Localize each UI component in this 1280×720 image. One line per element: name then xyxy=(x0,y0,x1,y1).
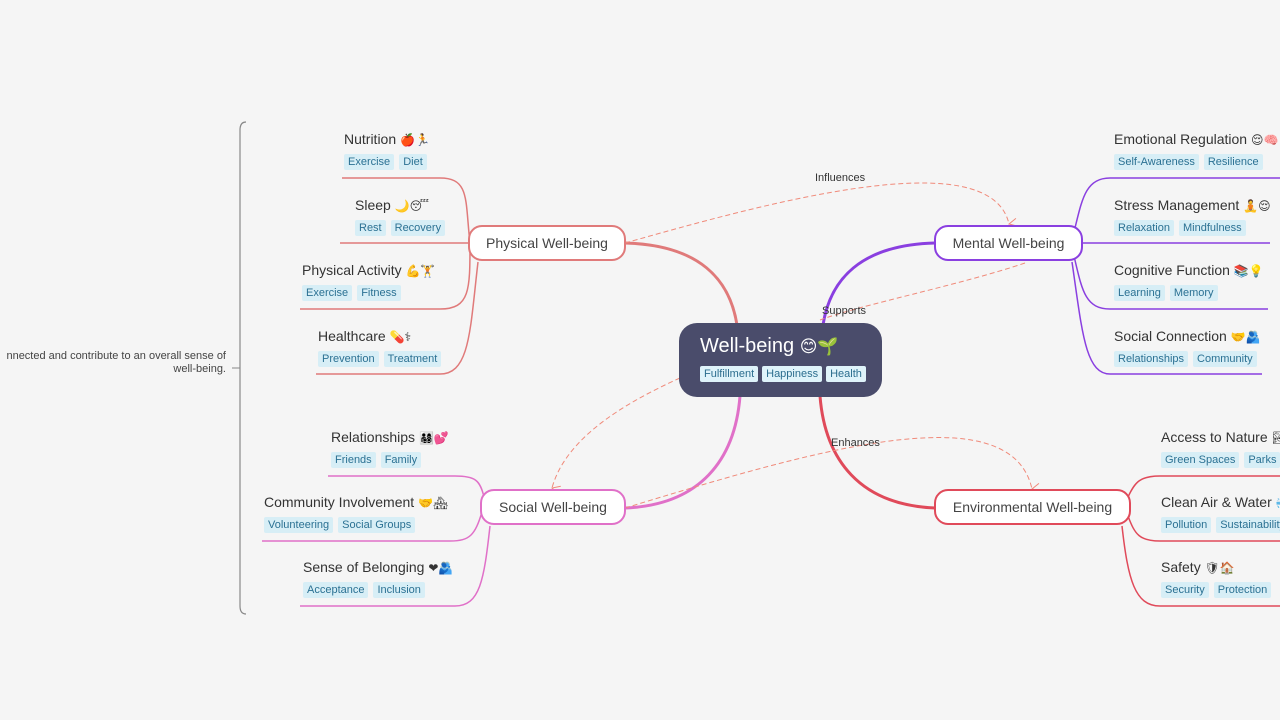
topic-access-to-nature[interactable]: Access to Nature 🏞 Green Spaces Parks xyxy=(1161,428,1280,468)
topic-label: Relationships xyxy=(331,429,416,445)
meditation-relieved-icon: 🧘😌 xyxy=(1243,199,1271,213)
tag: Self-Awareness xyxy=(1114,154,1199,170)
topic-nutrition[interactable]: Nutrition 🍎🏃 Exercise Diet xyxy=(344,130,430,170)
smile-seedling-icon: 😊🌱 xyxy=(799,337,839,356)
topic-label: Clean Air & Water xyxy=(1161,494,1272,510)
relieved-brain-icon: 😌🧠 xyxy=(1250,133,1279,147)
summary-note-line1: nnected and contribute to an overall sen… xyxy=(6,350,226,362)
topic-cognitive-function[interactable]: Cognitive Function 📚💡 Learning Memory xyxy=(1114,261,1264,301)
topic-healthcare[interactable]: Healthcare 💊⚕ Prevention Treatment xyxy=(318,327,442,367)
topic-clean-air-water[interactable]: Clean Air & Water 💨 PollutionSustainabil… xyxy=(1161,493,1280,533)
topic-stress-management[interactable]: Stress Management 🧘😌 Relaxation Mindfulne… xyxy=(1114,196,1271,236)
tag: Community xyxy=(1193,351,1257,367)
family-hearts-icon: 👨‍👩‍👧‍👦💕 xyxy=(418,431,449,445)
topic-social-connection[interactable]: Social Connection 🤝🫂 Relationships Commun… xyxy=(1114,327,1261,367)
summary-note: nnected and contribute to an overall sen… xyxy=(6,350,226,376)
topic-label: Cognitive Function xyxy=(1114,262,1230,278)
tag: Mindfulness xyxy=(1178,220,1246,236)
central-title-text: Well-being xyxy=(700,335,795,357)
tag: Pollution xyxy=(1161,517,1212,533)
topic-label: Community Involvement xyxy=(264,494,415,510)
tag: Acceptance xyxy=(303,582,369,598)
link-central-social xyxy=(624,395,742,510)
central-topic-title: Well-being 😊🌱 xyxy=(700,333,882,360)
link-central-environmental xyxy=(818,395,936,510)
tag: Happiness xyxy=(762,366,823,382)
shield-house-icon: 🛡🏠 xyxy=(1204,561,1235,575)
park-icon: 🏞 xyxy=(1271,431,1280,445)
moon-sleeping-icon: 🌙😴 xyxy=(394,199,429,213)
handshake-houses-icon: 🤝🏘 xyxy=(418,496,449,510)
topic-label: Sleep xyxy=(355,197,391,213)
tag: Recovery xyxy=(390,220,446,236)
branch-mental-well-being[interactable]: Mental Well-being xyxy=(934,225,1083,261)
tag: Family xyxy=(380,452,422,468)
tag: Inclusion xyxy=(373,582,425,598)
topic-label: Emotional Regulation xyxy=(1114,131,1248,147)
tag: Fitness xyxy=(357,285,401,301)
branch-social-well-being[interactable]: Social Well-being xyxy=(480,489,626,525)
topic-label: Sense of Belonging xyxy=(303,559,425,575)
tag: Prevention xyxy=(318,351,379,367)
tag: Treatment xyxy=(383,351,442,367)
tag: Exercise xyxy=(344,154,395,170)
topic-physical-activity[interactable]: Physical Activity 💪🏋 Exercise Fitness xyxy=(302,261,435,301)
tag: Learning xyxy=(1114,285,1165,301)
tag: Social Groups xyxy=(338,517,416,533)
tag: Friends xyxy=(331,452,376,468)
tag: Relationships xyxy=(1114,351,1189,367)
topic-emotional-regulation[interactable]: Emotional Regulation 😌🧠 Self-Awareness Re… xyxy=(1114,130,1278,170)
heart-hug-icon: ❤🫂 xyxy=(428,561,454,575)
tag: Rest xyxy=(355,220,386,236)
topic-community-involvement[interactable]: Community Involvement 🤝🏘 Volunteering Soc… xyxy=(264,493,448,533)
topic-label: Stress Management xyxy=(1114,197,1240,213)
tag: Memory xyxy=(1169,285,1218,301)
tag: Volunteering xyxy=(264,517,334,533)
summary-note-line2: well-being. xyxy=(173,363,226,375)
pill-medical-icon: 💊⚕ xyxy=(389,330,412,344)
topic-label: Access to Nature xyxy=(1161,429,1268,445)
tag: Exercise xyxy=(302,285,353,301)
topic-label: Safety xyxy=(1161,559,1201,575)
topic-sleep[interactable]: Sleep 🌙😴 Rest Recovery xyxy=(355,196,446,236)
apple-runner-icon: 🍎🏃 xyxy=(400,133,430,147)
tag: Security xyxy=(1161,582,1209,598)
relationship-label-supports[interactable]: Supports xyxy=(822,305,866,317)
relationship-label-influences[interactable]: Influences xyxy=(815,172,865,184)
handshake-hug-icon: 🤝🫂 xyxy=(1230,330,1261,344)
tag: Fulfillment xyxy=(700,366,759,382)
branch-physical-well-being[interactable]: Physical Well-being xyxy=(468,225,626,261)
topic-label: Nutrition xyxy=(344,131,397,147)
books-lightbulb-icon: 📚💡 xyxy=(1233,264,1264,278)
summary-brace xyxy=(239,121,247,615)
topic-label: Social Connection xyxy=(1114,328,1227,344)
link-central-physical xyxy=(624,241,739,326)
topic-relationships[interactable]: Relationships 👨‍👩‍👧‍👦💕 Friends Family xyxy=(331,428,449,468)
muscle-weightlifter-icon: 💪🏋 xyxy=(405,264,436,278)
relationship-label-enhances[interactable]: Enhances xyxy=(831,437,880,449)
topic-label: Physical Activity xyxy=(302,262,402,278)
central-tags: Fulfillment Happiness Health xyxy=(700,366,882,382)
central-topic[interactable]: Well-being 😊🌱 Fulfillment Happiness Heal… xyxy=(679,323,882,397)
wind-icon: 💨 xyxy=(1276,496,1280,510)
branch-environmental-well-being[interactable]: Environmental Well-being xyxy=(934,489,1131,525)
topic-safety[interactable]: Safety 🛡🏠 Security Protection xyxy=(1161,558,1272,598)
tag: Protection xyxy=(1213,582,1272,598)
tag: Green Spaces xyxy=(1161,452,1240,468)
tag: Sustainability xyxy=(1216,517,1280,533)
tag: Relaxation xyxy=(1114,220,1174,236)
tag: Diet xyxy=(399,154,427,170)
topic-sense-of-belonging[interactable]: Sense of Belonging ❤🫂 Acceptance Inclusio… xyxy=(303,558,453,598)
tag: Health xyxy=(826,366,866,382)
topic-label: Healthcare xyxy=(318,328,386,344)
tag: Parks xyxy=(1244,452,1280,468)
relationship-supports-arrow xyxy=(552,377,681,488)
tag: Resilience xyxy=(1203,154,1263,170)
